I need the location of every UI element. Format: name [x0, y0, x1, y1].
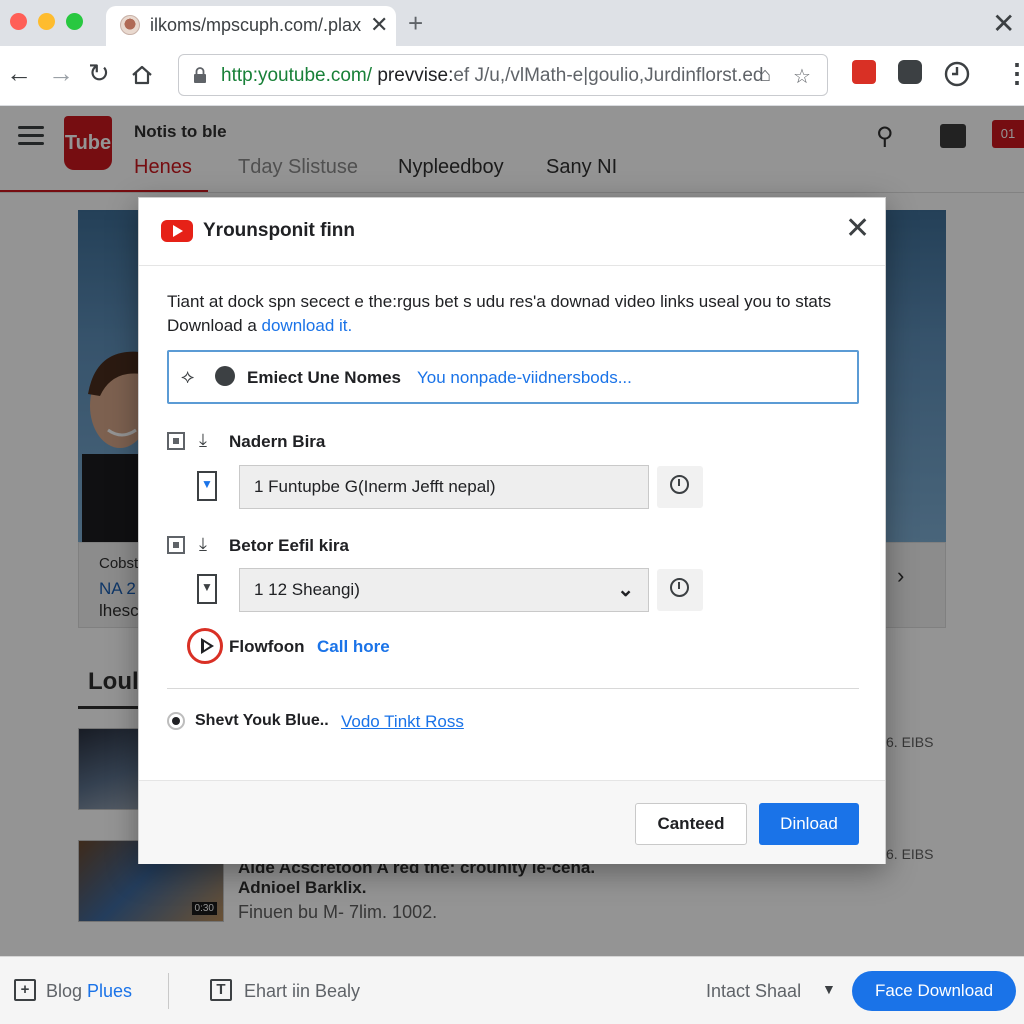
radio-link[interactable]: Vodo Tinkt Ross [341, 712, 464, 732]
bookmark-star-icon[interactable]: ☆ [793, 64, 811, 89]
url-text: http:youtube.com/ prevvise:ef J/u,/vlMat… [221, 65, 764, 86]
quality-input-1-value: 1 Funtupbe G(Inerm Jefft nepal) [254, 477, 496, 496]
browser-tab[interactable]: ilkoms/mpscuph.com/.plax ✕ [106, 6, 396, 46]
extension-red-icon[interactable] [852, 60, 876, 84]
download-button[interactable]: Dinload [759, 803, 859, 845]
tab-title: ilkoms/mpscuph.com/.plax [150, 15, 362, 35]
format-link[interactable]: Call hore [317, 637, 390, 657]
home-icon[interactable] [130, 63, 154, 87]
option-1-checkbox[interactable] [167, 432, 185, 450]
bottom-divider [168, 973, 169, 1009]
dialog-divider [167, 688, 859, 689]
dialog-footer: Canteed Dinload [139, 780, 885, 864]
download-icon: ⤓ [199, 430, 207, 450]
clock-icon[interactable] [657, 569, 703, 611]
url-input-label: Emiect Une Nomes [247, 368, 401, 387]
file-type-icon [197, 574, 217, 604]
browser-tab-bar: ilkoms/mpscuph.com/.plax ✕ + ✕ [0, 0, 1024, 46]
window-close-dot[interactable] [10, 13, 27, 30]
ehart-link[interactable]: Ehart iin Bealy [244, 981, 360, 1002]
quality-select-2-value: 1 12 Sheangi) [254, 580, 360, 599]
option-1-label: Nadern Bira [229, 432, 326, 451]
option-radio[interactable] [167, 712, 185, 730]
play-circle-icon [187, 628, 223, 664]
file-type-icon [197, 471, 217, 501]
face-download-button[interactable]: Face Download [852, 971, 1016, 1011]
add-icon[interactable]: + [14, 979, 36, 1001]
url-input-value[interactable]: You nonpade-viidnersbods... [417, 368, 632, 388]
reload-icon[interactable]: ↻ [88, 58, 110, 88]
new-tab-icon[interactable]: + [408, 8, 423, 39]
address-bar[interactable]: http:youtube.com/ prevvise:ef J/u,/vlMat… [178, 54, 828, 96]
intact-label[interactable]: Intact Shaal [706, 981, 801, 1002]
tab-close-icon[interactable]: ✕ [370, 12, 388, 38]
chevron-down-icon[interactable]: ⌄ [617, 577, 634, 602]
quality-select-2[interactable]: 1 12 Sheangi) ⌄ [239, 568, 649, 612]
quality-input-1[interactable]: 1 Funtupbe G(Inerm Jefft nepal) [239, 465, 649, 509]
dialog-title: Yrounsponit finn [203, 220, 355, 241]
home-page-icon[interactable]: ⌂ [759, 64, 771, 87]
download-dialog: Yrounsponit finn ✕ Tiant at dock spn sec… [138, 197, 886, 864]
clock-icon[interactable] [657, 466, 703, 508]
video-url-input[interactable]: ⟡ Emiect Une Nomes You nonpade-viidnersb… [167, 350, 859, 404]
user-icon [215, 366, 235, 386]
profile-timer-icon[interactable] [943, 59, 971, 87]
window-close-icon[interactable]: ✕ [992, 7, 1015, 40]
option-2-checkbox[interactable] [167, 536, 185, 554]
extension-bag-icon[interactable] [898, 60, 922, 84]
browser-toolbar: ← → ↻ http:youtube.com/ prevvise:ef J/u,… [0, 46, 1024, 106]
youtube-play-icon [161, 220, 193, 242]
option-2-label: Betor Eefil kira [229, 536, 349, 555]
dialog-header: Yrounsponit finn ✕ [139, 198, 885, 266]
link-move-icon: ⟡ [181, 366, 195, 388]
window-minimize-dot[interactable] [38, 13, 55, 30]
dialog-description: Tiant at dock spn secect e the:rgus bet … [167, 292, 832, 335]
caret-down-icon[interactable]: ▼ [822, 981, 836, 997]
tab-favicon-icon [120, 15, 140, 35]
window-maximize-dot[interactable] [66, 13, 83, 30]
blog-plues-link[interactable]: Blog Plues [46, 981, 132, 1002]
format-label: Flowfoon [229, 637, 305, 656]
bottom-action-bar: + Blog Plues T Ehart iin Bealy Intact Sh… [0, 956, 1024, 1024]
text-icon[interactable]: T [210, 979, 232, 1001]
download-link[interactable]: download it. [262, 316, 353, 335]
lock-icon [194, 67, 206, 83]
download-icon: ⤓ [199, 534, 207, 554]
forward-arrow-icon[interactable]: → [48, 58, 74, 88]
menu-kebab-icon[interactable]: ⋮ [1004, 58, 1024, 88]
dialog-close-icon[interactable]: ✕ [845, 212, 870, 246]
back-arrow-icon[interactable]: ← [6, 58, 32, 88]
cancel-button[interactable]: Canteed [635, 803, 747, 845]
radio-label: Shevt Youk Blue.. [195, 712, 329, 729]
